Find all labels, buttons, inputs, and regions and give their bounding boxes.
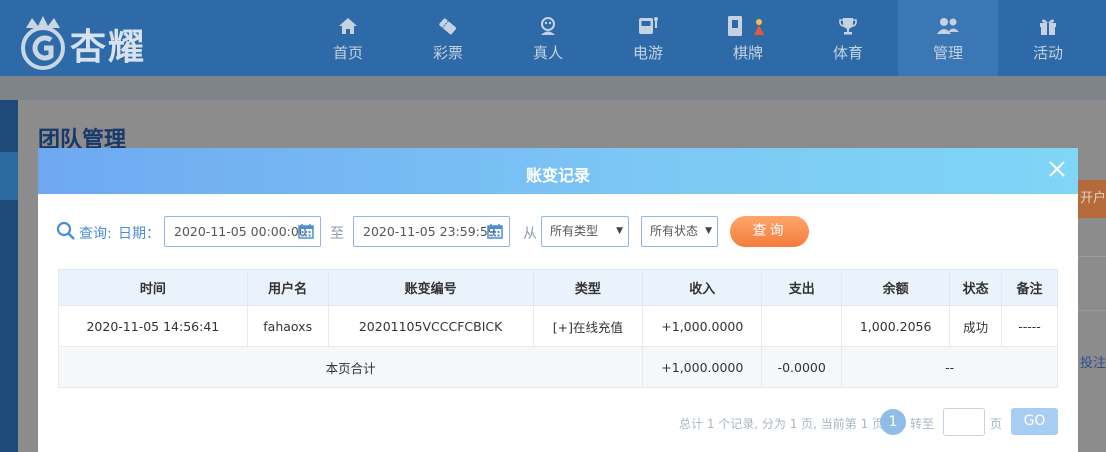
nav-item-sports[interactable]: 体育: [798, 0, 898, 76]
end-date-value: 2020-11-05 23:59:59: [363, 224, 496, 239]
nav-label-cards: 棋牌: [732, 43, 763, 62]
column-header-time[interactable]: 时间: [58, 269, 248, 306]
column-header-change-id[interactable]: 账变编号: [327, 269, 534, 306]
cell-expense: [761, 305, 843, 347]
end-date-input[interactable]: 2020-11-05 23:59:59: [353, 216, 510, 247]
total-rest: --: [841, 346, 1058, 388]
to-label: 至: [330, 226, 344, 242]
table-row[interactable]: 2020-11-05 14:56:41 fahaoxs 20201105VCCC…: [58, 305, 1058, 347]
cell-change-id: 20201105VCCCFCBICK: [327, 305, 534, 347]
overlay-strip: [0, 76, 1106, 100]
from-label: 从: [523, 226, 537, 242]
top-nav-bar: 杏耀 首页 彩票 真人 电游 棋牌 体育 管理 活动: [0, 0, 1106, 76]
column-header-remark[interactable]: 备注: [1001, 269, 1058, 306]
trophy-icon: [838, 14, 858, 38]
home-icon: [338, 14, 358, 38]
nav-label-manage: 管理: [932, 43, 963, 62]
open-account-tab[interactable]: 开户: [1078, 180, 1106, 218]
start-date-input[interactable]: 2020-11-05 00:00:00: [164, 216, 321, 247]
divider: [1078, 310, 1106, 311]
bet-record-link[interactable]: 投注: [1080, 352, 1106, 371]
table-total-row: 本页合计 +1,000.0000 -0.0000 --: [57, 346, 1058, 388]
nav-item-live[interactable]: 真人: [498, 0, 598, 76]
cell-type: [+]在线充值: [532, 305, 644, 347]
table-header-row: 时间 用户名 账变编号 类型 收入 支出 余额 状态 备注: [58, 269, 1058, 306]
column-header-income[interactable]: 收入: [642, 269, 763, 306]
total-label: 本页合计: [57, 346, 644, 388]
jump-label: 转至: [910, 417, 935, 431]
type-select[interactable]: 所有类型 ▼: [541, 216, 629, 247]
query-label: 查询:: [79, 226, 112, 242]
go-button[interactable]: GO: [1011, 408, 1058, 435]
slot-machine-icon: [637, 14, 659, 38]
nav-item-lottery[interactable]: 彩票: [398, 0, 498, 76]
brand-name: 杏耀: [70, 27, 147, 68]
nav-label-events: 活动: [1032, 43, 1063, 62]
nav-label-lottery: 彩票: [432, 43, 463, 62]
column-header-type[interactable]: 类型: [532, 269, 644, 306]
brand-logo[interactable]: 杏耀: [18, 4, 168, 74]
account-change-modal: 账变记录 查询: 日期： 2020-11-05 00:00:00 至 2020-…: [38, 148, 1078, 452]
query-button[interactable]: 查询: [730, 216, 809, 247]
nav-label-sports: 体育: [832, 43, 863, 62]
total-expense: -0.0000: [761, 346, 843, 388]
nav-label-home: 首页: [332, 43, 363, 62]
main-nav: 首页 彩票 真人 电游 棋牌 体育 管理 活动: [298, 0, 1098, 76]
start-date-value: 2020-11-05 00:00:00: [174, 224, 307, 239]
nav-label-slots: 电游: [632, 43, 663, 62]
cell-username: fahaoxs: [246, 305, 329, 347]
account-change-table: 时间 用户名 账变编号 类型 收入 支出 余额 状态 备注 2020-11-05…: [57, 269, 1058, 388]
modal-title: 账变记录: [525, 166, 590, 185]
status-select[interactable]: 所有状态 ▼: [641, 216, 718, 247]
calendar-icon[interactable]: [487, 224, 503, 239]
dropdown-arrow-icon: ▼: [705, 226, 712, 236]
nav-label-live: 真人: [532, 43, 563, 62]
left-rail: [0, 100, 18, 452]
live-dealer-icon: [538, 14, 558, 38]
nav-item-manage[interactable]: 管理: [898, 0, 998, 76]
calendar-icon[interactable]: [298, 224, 314, 239]
nav-item-cards[interactable]: 棋牌: [698, 0, 798, 76]
cell-balance: 1,000.2056: [841, 305, 951, 347]
date-label: 日期：: [118, 226, 160, 242]
modal-header: 账变记录: [38, 148, 1078, 194]
lottery-icon: [438, 14, 458, 38]
dropdown-arrow-icon: ▼: [616, 226, 623, 236]
card-game-icon: [726, 14, 770, 38]
nav-item-events[interactable]: 活动: [998, 0, 1098, 76]
total-income: +1,000.0000: [642, 346, 763, 388]
cell-status: 成功: [949, 305, 1003, 347]
gift-icon: [1038, 14, 1058, 38]
pagination-summary: 总计 1 个记录, 分为 1 页, 当前第 1 页: [679, 417, 885, 431]
column-header-balance[interactable]: 余额: [841, 269, 951, 306]
column-header-status[interactable]: 状态: [949, 269, 1003, 306]
type-select-value: 所有类型: [550, 224, 599, 238]
close-icon[interactable]: [1048, 160, 1066, 178]
nav-item-slots[interactable]: 电游: [598, 0, 698, 76]
cell-income: +1,000.0000: [642, 305, 763, 347]
column-header-expense[interactable]: 支出: [761, 269, 843, 306]
users-icon: [936, 14, 960, 38]
search-icon: [56, 221, 75, 240]
crown-badge-icon: [21, 16, 65, 70]
divider: [1078, 256, 1106, 257]
page-number-current[interactable]: 1: [880, 409, 906, 435]
page-jump-input[interactable]: [943, 408, 985, 436]
column-header-username[interactable]: 用户名: [246, 269, 329, 306]
page-suffix-label: 页: [990, 417, 1003, 431]
nav-item-home[interactable]: 首页: [298, 0, 398, 76]
cell-time: 2020-11-05 14:56:41: [58, 305, 248, 347]
left-rail-tab[interactable]: [0, 152, 18, 200]
status-select-value: 所有状态: [650, 224, 699, 238]
cell-remark: -----: [1001, 305, 1058, 347]
